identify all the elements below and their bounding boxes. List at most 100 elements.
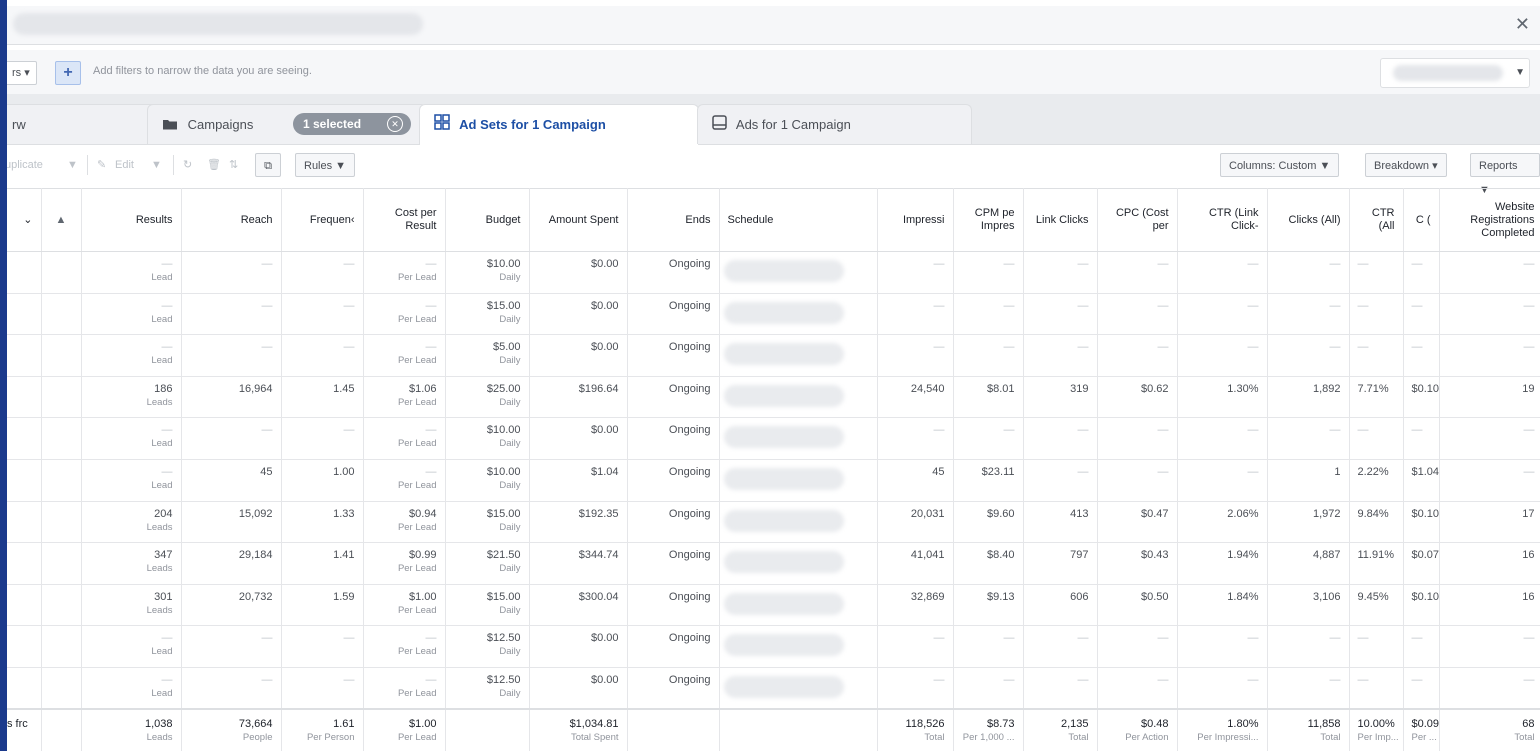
tab-overview[interactable]: rw	[7, 104, 157, 144]
refresh-icon[interactable]: ↻	[183, 154, 192, 176]
clear-selection-icon[interactable]: ✕	[387, 116, 403, 132]
trash-icon[interactable]: 🗑	[207, 154, 221, 176]
impr-cell: 45	[877, 459, 954, 502]
spent-value: $0.00	[590, 299, 619, 312]
chevron-down-icon[interactable]: ▼	[151, 154, 162, 176]
budget-value: $21.50	[486, 549, 521, 562]
spent-value: $192.35	[578, 507, 619, 520]
reg-value: —	[1523, 632, 1535, 645]
cpr-value: —	[425, 424, 437, 437]
cpr-cell: $0.99 Per Lead	[363, 542, 446, 585]
schedule-cell	[719, 667, 878, 710]
row-select-cell[interactable]	[7, 417, 42, 460]
totals-cell: 11,858 Total	[1267, 708, 1350, 751]
column-header[interactable]: CPM pe Impres	[953, 188, 1024, 252]
freq-value: 1.00	[333, 465, 355, 478]
clicks-value: —	[1329, 299, 1341, 312]
cpr-value: $0.99	[408, 549, 437, 562]
rules-button[interactable]: Rules ▼	[295, 153, 356, 177]
ctrall-cell: 9.84%	[1349, 501, 1404, 544]
results-unit: Leads	[146, 563, 173, 575]
duplicate-button[interactable]: uplicate	[7, 154, 43, 176]
table-row[interactable]: — Lead 45 1.00— Per Lead $10.00 Daily $1.04 Ongo…	[7, 459, 1540, 502]
table-row[interactable]: 347 Leads 29,184 1.41 $0.99 Per Lead $21.50 Dai…	[7, 542, 1540, 585]
column-header[interactable]: Impressi	[877, 188, 954, 252]
column-header[interactable]: Ends	[627, 188, 720, 252]
table-row[interactable]: 204 Leads 15,092 1.33 $0.94 Per Lead $15.00 Dai…	[7, 501, 1540, 544]
row-select-cell[interactable]	[7, 251, 42, 294]
chevron-down-icon[interactable]: ▼	[67, 154, 78, 176]
cpr-unit: Per Lead	[397, 313, 437, 325]
cpm-cell: $9.13	[953, 584, 1024, 627]
column-header[interactable]: Reach	[181, 188, 282, 252]
cpc-cell: $0.43	[1097, 542, 1178, 585]
column-header[interactable]: Cost per Result	[363, 188, 446, 252]
reg-cell: —	[1439, 625, 1540, 668]
column-header[interactable]: C (	[1403, 188, 1440, 252]
row-select-cell[interactable]	[7, 625, 42, 668]
sort-chevron-icon[interactable]: ⌄	[7, 188, 42, 252]
table-row[interactable]: — Lead — — — Per Lead $5.00 Daily $0.00 Ongoing — —…	[7, 334, 1540, 377]
table-row[interactable]: — Lead — — — Per Lead $12.50 Daily $0.00 Ongoing —…	[7, 667, 1540, 710]
row-select-cell[interactable]	[7, 334, 42, 377]
table-row[interactable]: — Lead — — — Per Lead $12.50 Daily $0.00 Ongoing —…	[7, 625, 1540, 668]
row-select-cell[interactable]	[7, 459, 42, 502]
tab-campaigns[interactable]: Campaigns 1 selected ✕	[147, 104, 427, 144]
budget-value: $15.00	[486, 590, 521, 603]
column-header[interactable]: CTR (All	[1349, 188, 1404, 252]
row-select-cell[interactable]	[7, 584, 42, 627]
column-header[interactable]: Amount Spent	[529, 188, 628, 252]
reports-button[interactable]: Reports ▼	[1470, 153, 1540, 196]
selection-pill[interactable]: 1 selected ✕	[293, 113, 411, 135]
row-select-cell[interactable]	[7, 542, 42, 585]
add-filter-button[interactable]: +	[55, 61, 81, 85]
cpr-unit: Per Lead	[397, 272, 437, 283]
ctr-value: 1.30%	[1227, 382, 1259, 395]
table-row[interactable]: — Lead — — — Per Lead $10.00 Daily $0.00 Ongoing —…	[7, 251, 1540, 294]
spent-value: $1.04	[590, 465, 619, 478]
link-value: 413	[1070, 507, 1089, 520]
table-row[interactable]: — Lead — — — Per Lead $15.00 Daily $0.00 Ongoing —…	[7, 293, 1540, 336]
table-row[interactable]: 186 Leads 16,964 1.45 $1.06 Per Lead $25.00 Dai…	[7, 376, 1540, 419]
freq-value: 1.33	[333, 507, 355, 520]
table-row[interactable]: 301 Leads 20,732 1.59 $1.00 Per Lead $15.00 Dai…	[7, 584, 1540, 627]
reg-cell: —	[1439, 667, 1540, 710]
close-icon[interactable]: ✕	[1515, 14, 1530, 34]
freq-value: —	[343, 299, 355, 312]
link-value: —	[1077, 673, 1089, 686]
row-select-cell[interactable]	[7, 293, 42, 336]
schedule-cell	[719, 542, 878, 585]
ctr-cell: 1.94%	[1177, 542, 1268, 585]
date-range-picker[interactable]: ▼	[1380, 58, 1530, 88]
c-value: $0.07	[1411, 549, 1439, 562]
table-row[interactable]: — Lead — — — Per Lead $10.00 Daily $0.00 Ongoing —…	[7, 417, 1540, 460]
ends-value: Ongoing	[668, 507, 711, 520]
column-header[interactable]: CPC (Cost per	[1097, 188, 1178, 252]
column-header[interactable]: Clicks (All)	[1267, 188, 1350, 252]
row-select-cell[interactable]	[7, 667, 42, 710]
row-select-cell[interactable]	[7, 501, 42, 544]
ctrall-cell: 7.71%	[1349, 376, 1404, 419]
blurred-date-range	[1393, 65, 1503, 81]
row-select-cell[interactable]	[7, 376, 42, 419]
column-header[interactable]: Schedule	[719, 188, 878, 252]
columns-button[interactable]: Columns: Custom ▼	[1220, 153, 1340, 177]
edit-button[interactable]: Edit	[115, 154, 134, 176]
reg-value: —	[1523, 258, 1535, 270]
column-header[interactable]: CTR (Link Click-	[1177, 188, 1268, 252]
filters-dropdown[interactable]: rs ▾	[7, 61, 37, 85]
column-header[interactable]: Link Clicks	[1023, 188, 1098, 252]
budget-cell: $10.00 Daily	[445, 459, 530, 502]
ab-test-icon[interactable]: ⇅	[229, 154, 238, 176]
preview-icon[interactable]: ⧉	[255, 153, 281, 177]
tab-ad-sets[interactable]: Ad Sets for 1 Campaign	[419, 104, 699, 145]
column-header[interactable]: Budget	[445, 188, 530, 252]
tab-ads[interactable]: Ads for 1 Campaign	[697, 104, 972, 144]
c-value: $0.10	[1411, 590, 1439, 603]
link-value: 797	[1070, 549, 1089, 562]
cpr-unit: Per Lead	[397, 396, 437, 408]
column-header[interactable]: Website Registrations Completed	[1439, 188, 1540, 252]
column-header[interactable]: Results	[81, 188, 182, 252]
column-header[interactable]: Frequen‹	[281, 188, 364, 252]
breakdown-button[interactable]: Breakdown ▾	[1365, 153, 1447, 177]
